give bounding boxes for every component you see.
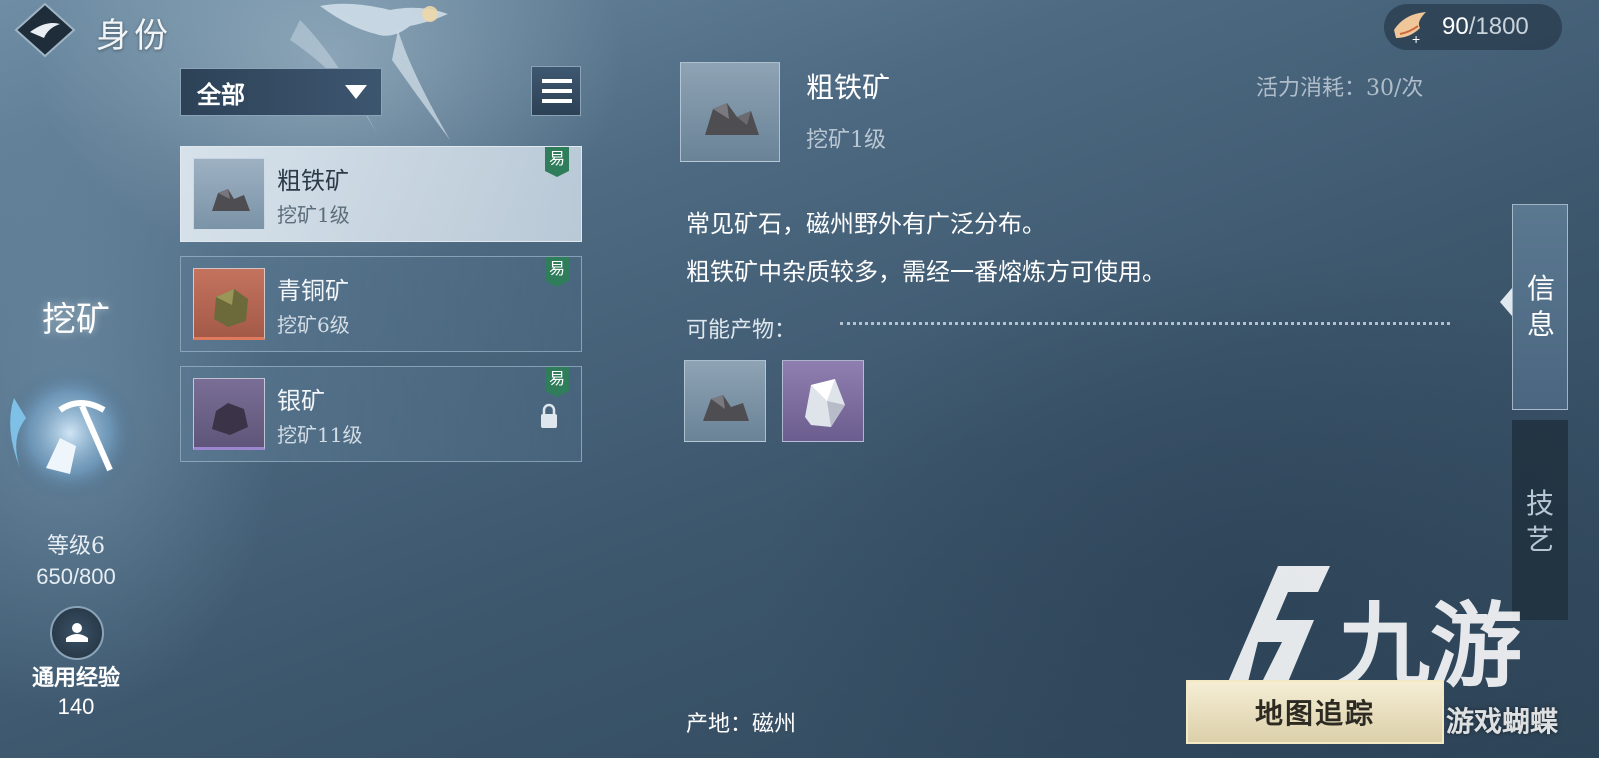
silver-ore-icon xyxy=(193,378,265,450)
exp-label: 通用经验 xyxy=(31,665,120,691)
item-requirement: 挖矿11级 xyxy=(277,423,363,447)
pickaxe-emblem-icon[interactable] xyxy=(0,358,140,508)
bronze-ore-icon xyxy=(193,268,265,340)
stamina-max: /1800 xyxy=(1468,13,1529,40)
filter-selected: 全部 xyxy=(197,79,245,109)
stamina-current: 90 xyxy=(1442,13,1469,40)
stamina-cost: 活力消耗：30/次 xyxy=(1256,76,1424,101)
list-item-bronze[interactable]: 青铜矿 挖矿6级 易 xyxy=(180,256,582,352)
skill-level: 等级6 xyxy=(47,534,105,559)
filter-dropdown[interactable]: 全部 xyxy=(180,68,382,116)
back-button[interactable] xyxy=(14,2,76,58)
item-name: 银矿 xyxy=(277,387,325,415)
iron-ore-icon[interactable] xyxy=(684,360,766,442)
origin-text: 产地：磁州 xyxy=(686,712,797,737)
hamburger-icon xyxy=(542,79,572,83)
list-item-rough-iron[interactable]: 粗铁矿 挖矿1级 易 xyxy=(180,146,582,242)
easy-badge: 易 xyxy=(545,147,569,177)
easy-badge: 易 xyxy=(545,257,569,287)
tab-info-label: 信息 xyxy=(1526,272,1555,341)
detail-requirement: 挖矿1级 xyxy=(806,128,886,153)
item-name: 青铜矿 xyxy=(277,277,349,305)
stamina-counter[interactable]: + 90 /1800 xyxy=(1384,4,1562,50)
bird-stamina-icon: + xyxy=(1394,12,1426,46)
page-title: 身份 xyxy=(96,16,172,56)
detail-name: 粗铁矿 xyxy=(806,71,891,104)
easy-badge: 易 xyxy=(545,367,569,397)
detail-ore-icon xyxy=(680,62,780,162)
skill-name: 挖矿 xyxy=(42,300,110,340)
list-item-silver[interactable]: 银矿 挖矿11级 易 xyxy=(180,366,582,462)
exp-value: 140 xyxy=(57,694,95,719)
description-line-2: 粗铁矿中杂质较多，需经一番熔炼方可使用。 xyxy=(686,258,1166,286)
menu-button[interactable] xyxy=(531,66,581,116)
item-name: 粗铁矿 xyxy=(277,167,349,195)
silver-crystal-icon[interactable] xyxy=(782,360,864,442)
skill-progress: 650/800 xyxy=(36,564,116,589)
watermark-text: 游戏蝴蝶 xyxy=(1446,705,1559,738)
lock-icon xyxy=(541,403,557,428)
tab-skill-label: 技艺 xyxy=(1525,487,1554,556)
active-tab-pointer xyxy=(1500,288,1512,316)
item-requirement: 挖矿6级 xyxy=(277,313,350,337)
rough-iron-ore-icon xyxy=(193,158,265,230)
dotted-divider xyxy=(840,322,1450,325)
map-track-label: 地图追踪 xyxy=(1254,697,1375,730)
exp-icon[interactable] xyxy=(50,606,104,660)
map-track-button[interactable]: 地图追踪 xyxy=(1186,680,1444,744)
dropdown-arrow-icon xyxy=(345,85,367,99)
description-line-1: 常见矿石，磁州野外有广泛分布。 xyxy=(686,210,1046,238)
item-requirement: 挖矿1级 xyxy=(277,203,350,227)
tab-info[interactable]: 信息 xyxy=(1512,204,1568,410)
products-label: 可能产物： xyxy=(686,318,797,343)
diamond-back-icon xyxy=(14,2,76,58)
svg-text:+: + xyxy=(1412,31,1420,46)
